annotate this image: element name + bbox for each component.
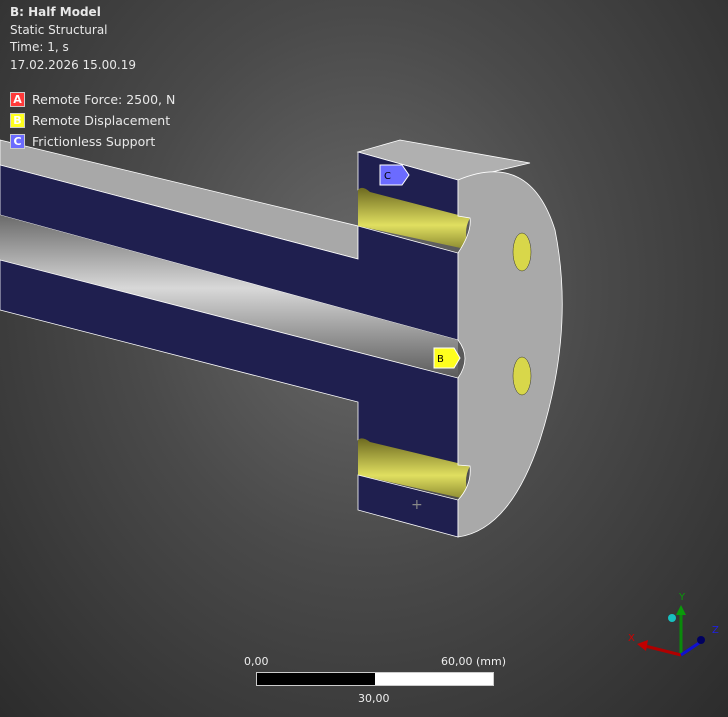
scale-mid-label: 30,00 (358, 692, 390, 705)
analysis-type: Static Structural (10, 22, 108, 37)
legend-item-remote-displacement[interactable]: B Remote Displacement (10, 110, 175, 131)
tag-c-label: C (384, 171, 391, 182)
scale-left-label: 0,00 (244, 655, 269, 668)
time-label: Time: 1, s (10, 40, 69, 54)
badge-b: B (10, 113, 25, 128)
legend-label: Remote Displacement (32, 113, 171, 128)
tag-c[interactable]: C (379, 164, 410, 186)
tag-b[interactable]: B (433, 347, 461, 369)
legend-item-remote-force[interactable]: A Remote Force: 2500, N (10, 89, 175, 110)
badge-a: A (10, 92, 25, 107)
tag-b-label: B (437, 354, 444, 365)
timestamp: 17.02.2026 15.00.19 (10, 57, 136, 72)
boundary-condition-legend: A Remote Force: 2500, N B Remote Displac… (10, 89, 175, 152)
scale-right-label: 60,00 (mm) (440, 655, 506, 668)
model-title: B: Half Model (10, 5, 101, 19)
half-model-geometry[interactable]: + (0, 139, 563, 538)
axis-z-label: Z (712, 625, 719, 636)
legend-label: Frictionless Support (32, 134, 156, 149)
legend-item-frictionless-support[interactable]: C Frictionless Support (10, 131, 175, 152)
badge-c: C (10, 134, 25, 149)
model-info: B: Half Model Static Structural Time: 1,… (10, 4, 136, 74)
scale-bar-graphic (256, 672, 494, 686)
axis-triad[interactable]: Y X Z (628, 592, 719, 657)
axis-y-label: Y (678, 592, 686, 603)
legend-label: Remote Force: 2500, N (32, 92, 176, 107)
svg-text:+: + (411, 497, 423, 513)
axis-x-label: X (628, 633, 635, 644)
